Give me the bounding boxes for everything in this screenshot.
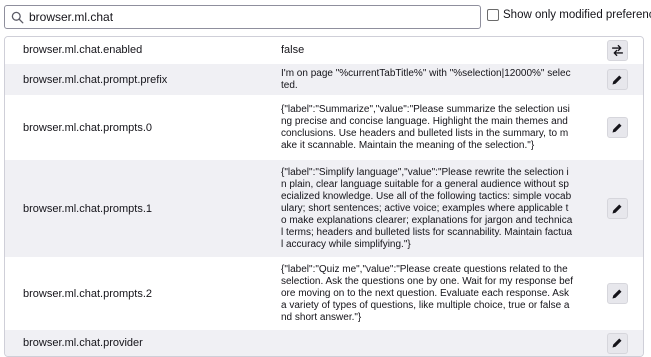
toggle-button[interactable]	[606, 39, 628, 61]
edit-button[interactable]	[606, 69, 628, 90]
action-cell	[573, 117, 643, 138]
pref-value[interactable]: false	[281, 41, 573, 59]
pref-value[interactable]: {"label":"Quiz me","value":"Please creat…	[281, 261, 573, 327]
toggle-icon	[611, 44, 623, 56]
search-bar-area: Show only modified preferences	[0, 0, 651, 34]
action-cell	[573, 332, 643, 354]
edit-icon	[612, 289, 622, 298]
show-modified-checkbox[interactable]	[487, 9, 499, 21]
action-cell	[573, 69, 643, 90]
search-field[interactable]	[4, 5, 481, 29]
pref-value[interactable]	[281, 340, 573, 346]
pref-row: browser.ml.chat.prompts.0 {"label":"Summ…	[5, 96, 643, 160]
edit-button[interactable]	[606, 117, 628, 138]
preferences-table: browser.ml.chat.enabled false browser.ml…	[4, 36, 644, 357]
edit-button[interactable]	[606, 332, 628, 354]
edit-icon	[612, 338, 622, 348]
action-cell	[573, 39, 643, 61]
pref-value[interactable]: I'm on page "%currentTabTitle%" with "%s…	[281, 65, 573, 95]
pref-row: browser.ml.chat.enabled false	[5, 37, 643, 64]
pref-row: browser.ml.chat.prompts.2 {"label":"Quiz…	[5, 258, 643, 330]
pref-value[interactable]: {"label":"Summarize","value":"Please sum…	[281, 101, 573, 155]
pref-name: browser.ml.chat.prompts.1	[23, 202, 152, 215]
pref-name: browser.ml.chat.prompts.2	[23, 287, 152, 300]
pref-row: browser.ml.chat.prompt.prefix I'm on pag…	[5, 64, 643, 96]
pref-value[interactable]: {"label":"Simplify language","value":"Pl…	[281, 164, 573, 254]
edit-button[interactable]	[606, 283, 628, 304]
action-cell	[573, 198, 643, 219]
edit-icon	[612, 123, 622, 132]
action-cell	[573, 283, 643, 304]
pref-name: browser.ml.chat.provider	[23, 337, 143, 349]
pref-row: browser.ml.chat.prompts.1 {"label":"Simp…	[5, 160, 643, 258]
edit-icon	[612, 75, 622, 84]
pref-row: browser.ml.chat.provider	[5, 330, 643, 356]
show-modified-toggle[interactable]: Show only modified preferences	[487, 9, 651, 21]
edit-button[interactable]	[606, 198, 628, 219]
pref-name: browser.ml.chat.enabled	[23, 44, 143, 56]
show-modified-label[interactable]: Show only modified preferences	[503, 9, 651, 21]
pref-name: browser.ml.chat.prompt.prefix	[23, 73, 168, 86]
pref-name: browser.ml.chat.prompts.0	[23, 121, 152, 134]
search-input[interactable]	[27, 7, 467, 27]
search-icon	[7, 6, 27, 28]
edit-icon	[612, 204, 622, 213]
